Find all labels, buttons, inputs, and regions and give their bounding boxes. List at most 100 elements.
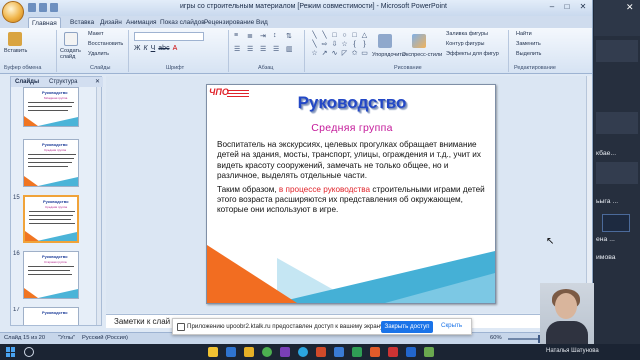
underline-icon[interactable]: Ч — [151, 45, 156, 54]
slide-thumbnail-row[interactable]: Руководство Средняя группа — [13, 139, 99, 189]
quick-styles-button[interactable]: Экспресс-стили — [402, 52, 442, 58]
font-name-combo[interactable] — [134, 32, 204, 41]
strikethrough-icon[interactable]: abc — [158, 45, 169, 54]
justify-icon[interactable]: ☰ — [273, 45, 284, 56]
slide-thumbnail[interactable]: Руководство Младшая группа — [23, 87, 79, 127]
undo-icon[interactable] — [39, 3, 47, 12]
star-shape-icon[interactable]: ✩ — [350, 50, 359, 58]
new-slide-icon[interactable] — [64, 32, 78, 46]
slide-thumbnail-row[interactable]: 15 Руководство Средняя группа — [13, 195, 99, 245]
tab-slideshow[interactable]: Показ слайдов — [160, 17, 205, 28]
telegram-icon[interactable] — [298, 347, 308, 357]
rect-shape-icon[interactable]: □ — [350, 32, 359, 40]
bullets-icon[interactable]: ≡ — [234, 32, 245, 43]
language-indicator[interactable]: Русский (Россия) — [82, 335, 128, 341]
font-color-icon[interactable]: A — [173, 45, 178, 54]
canvas-scrollbar[interactable] — [586, 76, 592, 313]
reset-button[interactable]: Восстановить — [88, 41, 123, 47]
edge-icon[interactable] — [226, 347, 236, 357]
quick-styles-icon[interactable] — [412, 34, 426, 48]
slide-thumbnail-row[interactable]: 17 Руководство — [13, 307, 99, 325]
app-icon[interactable] — [388, 347, 398, 357]
align-right-icon[interactable]: ☰ — [260, 45, 271, 56]
chrome-icon[interactable] — [262, 347, 272, 357]
shape-outline-button[interactable]: Контур фигуры — [446, 41, 484, 47]
line-spacing-icon[interactable]: ↕ — [273, 32, 284, 43]
arrow-shape-icon[interactable]: ↗ — [320, 50, 329, 58]
tab-animation[interactable]: Анимация — [126, 17, 157, 28]
stop-sharing-button[interactable]: Закрыть доступ — [381, 321, 433, 333]
paste-icon[interactable] — [8, 32, 22, 46]
slide-thumbnail-row[interactable]: Руководство Младшая группа — [13, 87, 99, 137]
participant-tile[interactable] — [596, 112, 638, 134]
italic-icon[interactable]: К — [143, 45, 147, 54]
tab-design[interactable]: Дизайн — [100, 17, 122, 28]
slide-thumbnail-selected[interactable]: Руководство Средняя группа — [23, 195, 79, 243]
hide-bar-button[interactable]: Скрыть — [441, 322, 462, 329]
search-icon[interactable] — [24, 347, 34, 357]
rect-shape-icon[interactable]: □ — [330, 32, 339, 40]
layout-button[interactable]: Макет — [88, 31, 104, 37]
tab-slides[interactable]: Слайды — [15, 78, 39, 87]
tab-home[interactable]: Главная — [28, 17, 61, 28]
shape-fill-button[interactable]: Заливка фигуры — [446, 31, 488, 37]
panel-scrollbar[interactable] — [96, 87, 101, 325]
star-shape-icon[interactable]: ☆ — [310, 50, 319, 58]
line-shape-icon[interactable]: ╲ — [310, 41, 319, 49]
maximize-button[interactable]: □ — [561, 2, 573, 13]
app-icon[interactable] — [280, 347, 290, 357]
powerpoint-taskbar-icon[interactable] — [316, 347, 326, 357]
rect-shape-icon[interactable]: ▭ — [360, 50, 369, 58]
paste-button[interactable]: Вставить — [4, 48, 27, 54]
panel-close-icon[interactable]: ✕ — [95, 78, 100, 87]
slide-thumbnail[interactable]: Руководство Средняя группа — [23, 139, 79, 187]
tab-view[interactable]: Вид — [256, 17, 268, 28]
file-explorer-icon[interactable] — [208, 347, 218, 357]
app-icon[interactable] — [352, 347, 362, 357]
close-button[interactable]: ✕ — [577, 2, 589, 13]
app-icon[interactable] — [406, 347, 416, 357]
save-icon[interactable] — [28, 3, 36, 12]
curve-shape-icon[interactable]: ∿ — [330, 50, 339, 58]
star-shape-icon[interactable]: ☆ — [340, 41, 349, 49]
tab-review[interactable]: Рецензирование — [204, 17, 254, 28]
brace-shape-icon[interactable]: } — [360, 41, 369, 49]
arrow-shape-icon[interactable]: ⇨ — [320, 41, 329, 49]
line-shape-icon[interactable]: ╲ — [320, 32, 329, 40]
slide-subtitle[interactable]: Средняя группа — [207, 122, 495, 134]
slide-title[interactable]: Руководство — [207, 93, 495, 113]
direction-icon[interactable]: ⇅ — [286, 32, 297, 43]
arrange-icon[interactable] — [378, 34, 392, 48]
current-slide[interactable]: ЧПО Руководство Средняя группа Воспитате… — [206, 84, 496, 304]
oval-shape-icon[interactable]: ○ — [340, 32, 349, 40]
numbering-icon[interactable]: ≣ — [247, 32, 258, 43]
participant-tile[interactable] — [596, 162, 638, 184]
slide-thumbnail[interactable]: Руководство Старшая группа — [23, 251, 79, 299]
triangle-shape-icon[interactable]: △ — [360, 32, 369, 40]
delete-button[interactable]: Удалить — [88, 51, 109, 57]
arrow-shape-icon[interactable]: ⇩ — [330, 41, 339, 49]
shapes-gallery[interactable]: ╲ ╲ □ ○ □ △ ╲ ⇨ ⇩ ☆{} ☆ ↗ ∿ ◸ ✩ ▭ — [310, 32, 368, 58]
word-taskbar-icon[interactable] — [334, 347, 344, 357]
arrange-button[interactable]: Упорядочить — [372, 52, 405, 58]
slide-thumbnail-row[interactable]: 16 Руководство Старшая группа — [13, 251, 99, 301]
tab-outline[interactable]: Структура — [49, 78, 77, 87]
windows-start-icon[interactable] — [6, 347, 16, 357]
screen-share-thumbnail[interactable] — [602, 214, 630, 232]
minimize-button[interactable]: – — [546, 2, 558, 13]
find-button[interactable]: Найти — [516, 31, 532, 37]
folder-icon[interactable] — [244, 347, 254, 357]
line-shape-icon[interactable]: ╲ — [310, 32, 319, 40]
create-slide-button[interactable]: Создать слайд — [60, 48, 86, 60]
callout-shape-icon[interactable]: ◸ — [340, 50, 349, 58]
shape-effects-button[interactable]: Эффекты для фигур — [446, 51, 499, 57]
close-icon[interactable]: ✕ — [626, 2, 634, 13]
brace-shape-icon[interactable]: { — [350, 41, 359, 49]
tab-insert[interactable]: Вставка — [70, 17, 94, 28]
redo-icon[interactable] — [50, 3, 58, 12]
slide-thumbnail[interactable]: Руководство — [23, 307, 79, 325]
align-center-icon[interactable]: ☰ — [247, 45, 258, 56]
indent-icon[interactable]: ⇥ — [260, 32, 271, 43]
columns-icon[interactable]: ▥ — [286, 45, 297, 56]
select-button[interactable]: Выделить — [516, 51, 541, 57]
